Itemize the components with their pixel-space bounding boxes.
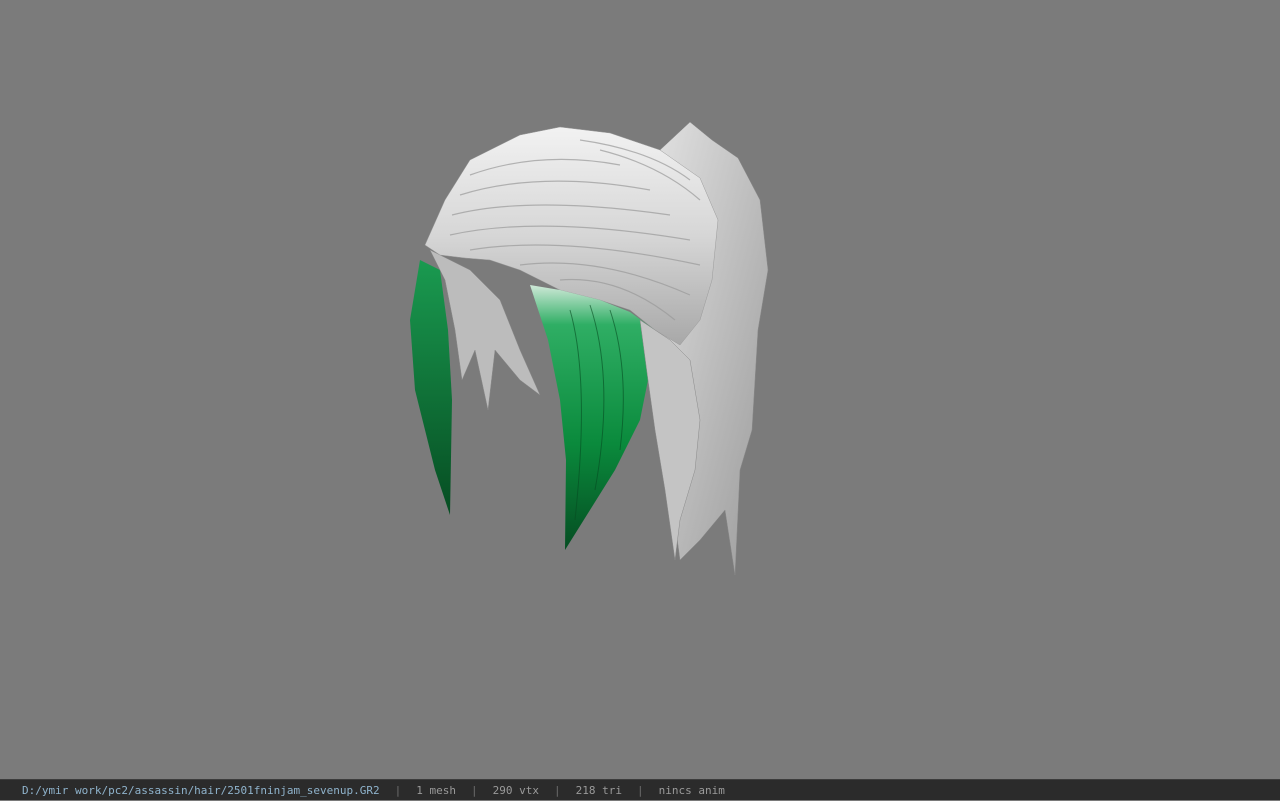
separator: | xyxy=(394,783,402,797)
animation-status: nincs anim xyxy=(658,783,725,797)
green-front-lock xyxy=(530,285,655,550)
3d-viewport[interactable] xyxy=(0,0,1280,779)
separator: | xyxy=(471,783,478,797)
file-path: D:/ymir work/pc2/assassin/hair/2501fninj… xyxy=(22,783,380,797)
vertex-count: 290 vtx xyxy=(492,783,539,797)
left-green-strand xyxy=(410,260,452,515)
separator: | xyxy=(553,783,561,797)
hair-model-render[interactable] xyxy=(0,0,1280,779)
mesh-count: 1 mesh xyxy=(416,783,456,797)
status-bar: D:/ymir work/pc2/assassin/hair/2501fninj… xyxy=(0,779,1280,800)
separator: | xyxy=(636,783,644,797)
triangle-count: 218 tri xyxy=(575,783,622,797)
